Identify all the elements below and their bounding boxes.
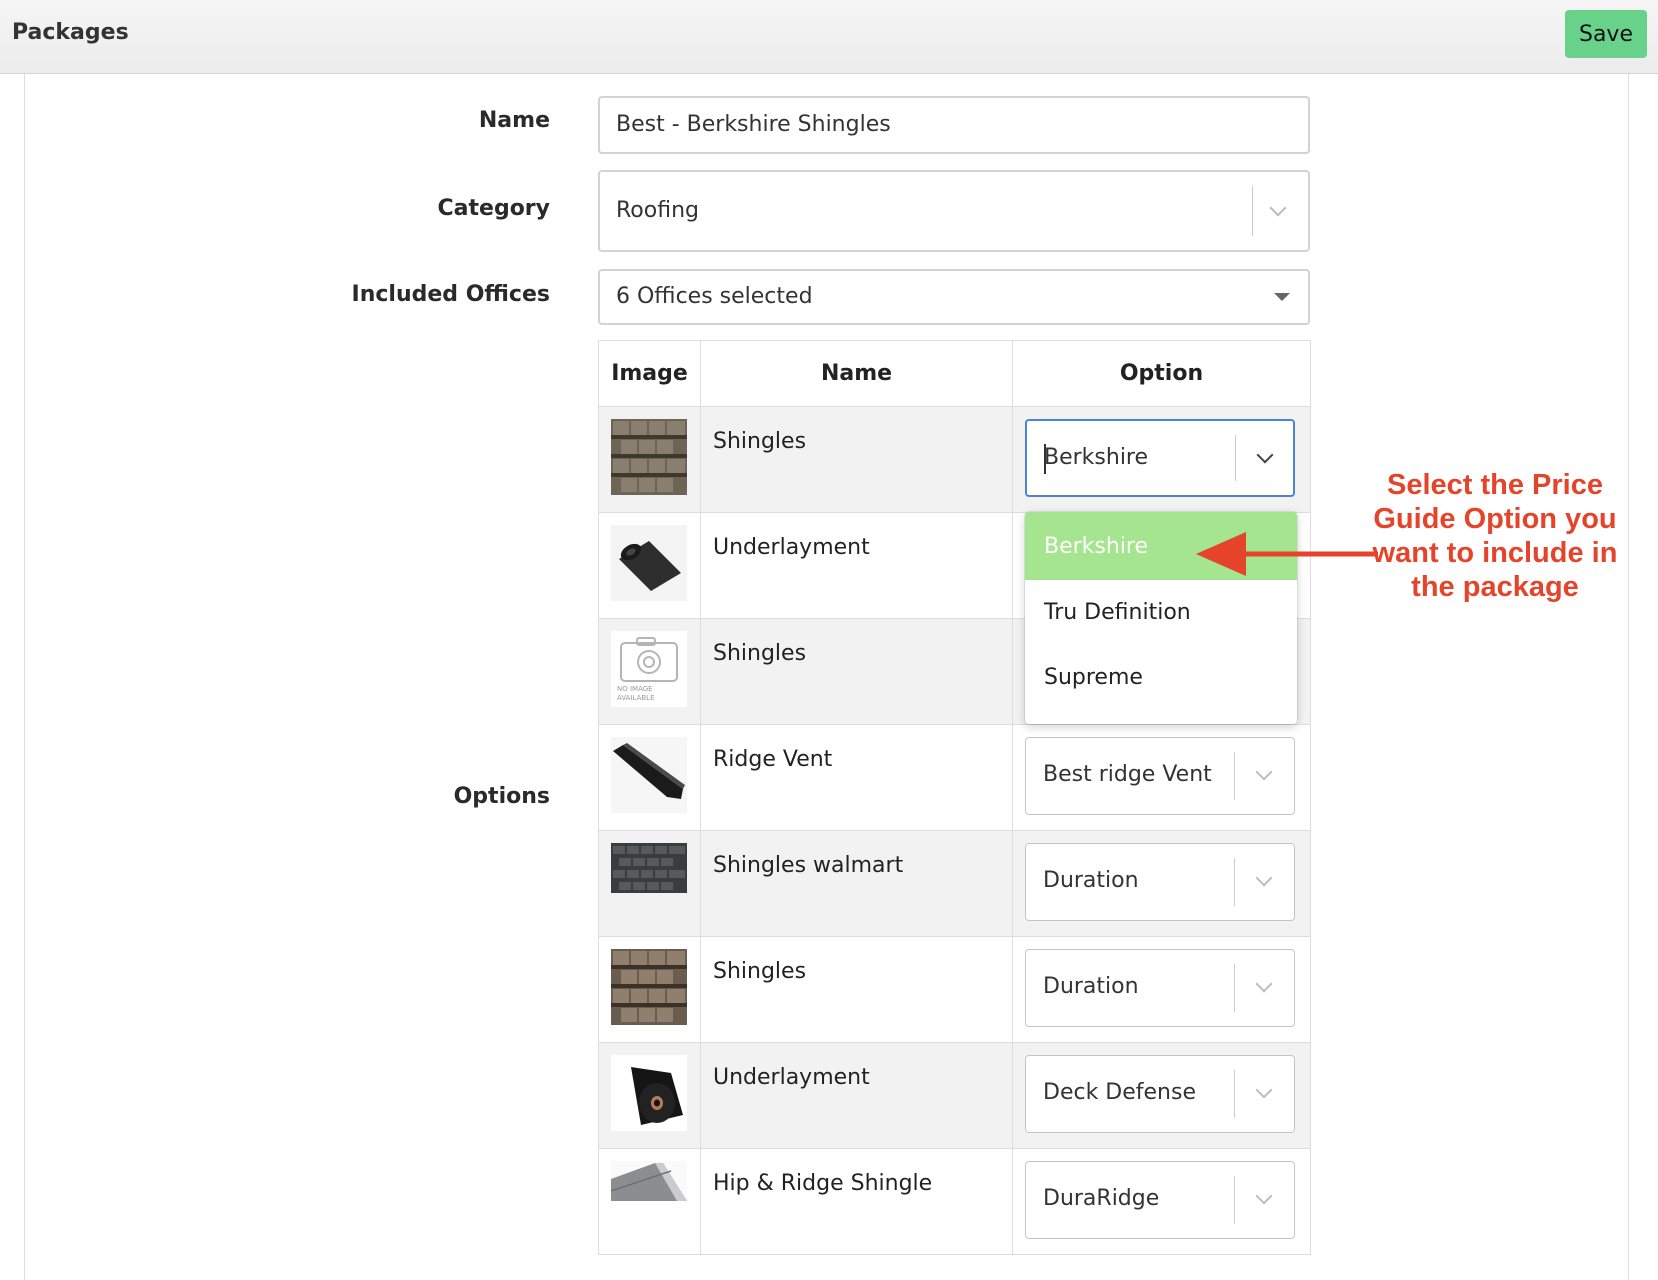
name-cell: Shingles walmart (700, 830, 1013, 937)
product-name: Shingles (713, 429, 807, 454)
name-cell: Ridge Vent (700, 724, 1013, 831)
product-name: Underlayment (713, 1065, 870, 1090)
included-offices-label: Included Offices (351, 282, 550, 307)
option-select[interactable]: Duration (1025, 949, 1295, 1027)
name-cell: Shingles (700, 618, 1013, 725)
name-cell: Underlayment (700, 512, 1013, 619)
option-cell: Duration (1012, 936, 1311, 1043)
option-cell: Best ridge Vent (1012, 724, 1311, 831)
table-row: Shingles Duration (598, 936, 1311, 1043)
save-button[interactable]: Save (1565, 10, 1647, 58)
option-select-separator (1234, 964, 1235, 1012)
option-cell: Duration (1012, 830, 1311, 937)
category-select-separator (1252, 186, 1253, 236)
page-title: Packages (12, 20, 129, 45)
product-name: Shingles walmart (713, 853, 904, 878)
option-select[interactable]: DuraRidge (1025, 1161, 1295, 1239)
option-select-separator (1234, 1070, 1235, 1118)
underlayment-roll-black-icon (611, 1055, 687, 1131)
option-select-separator (1234, 1176, 1235, 1224)
option-select-value: Deck Defense (1043, 1080, 1197, 1105)
ridge-vent-icon (611, 737, 687, 813)
category-select[interactable]: Roofing (598, 170, 1310, 252)
shingles-dark-icon (611, 843, 687, 893)
table-row: Shingles Berkshire (598, 406, 1311, 513)
image-cell (598, 406, 701, 513)
options-label: Options (453, 784, 550, 809)
image-cell (598, 512, 701, 619)
dropdown-option-supreme[interactable]: Supreme (1025, 645, 1297, 710)
included-offices-select[interactable]: 6 Offices selected (598, 269, 1310, 325)
annotation-text: Select the Price Guide Option you want t… (1372, 469, 1618, 603)
table-row: Hip & Ridge Shingle DuraRidge (598, 1148, 1311, 1255)
product-name: Shingles (713, 641, 807, 666)
column-header-image: Image (598, 340, 701, 407)
chevron-down-icon[interactable] (1255, 1081, 1273, 1099)
option-select[interactable]: Best ridge Vent (1025, 737, 1295, 815)
image-cell (598, 1148, 701, 1255)
option-select-value: Duration (1043, 868, 1139, 893)
chevron-down-icon[interactable] (1256, 446, 1274, 464)
image-cell (598, 724, 701, 831)
product-name: Hip & Ridge Shingle (713, 1171, 933, 1196)
included-offices-value: 6 Offices selected (616, 284, 813, 309)
chevron-down-icon[interactable] (1255, 763, 1273, 781)
column-header-name: Name (700, 340, 1013, 407)
table-row: Underlayment Deck Defense (598, 1042, 1311, 1149)
option-select[interactable]: Deck Defense (1025, 1055, 1295, 1133)
option-select-value: Berkshire (1044, 445, 1149, 470)
product-name: Shingles (713, 959, 807, 984)
image-cell: NO IMAGE AVAILABLE (598, 618, 701, 725)
image-cell (598, 936, 701, 1043)
name-cell: Hip & Ridge Shingle (700, 1148, 1013, 1255)
caret-down-icon[interactable] (1274, 293, 1290, 301)
chevron-down-icon[interactable] (1255, 975, 1273, 993)
name-cell: Shingles (700, 406, 1013, 513)
option-select[interactable]: Duration (1025, 843, 1295, 921)
option-select-separator (1235, 435, 1236, 481)
name-cell: Underlayment (700, 1042, 1013, 1149)
option-select-value: Best ridge Vent (1043, 762, 1212, 787)
hip-ridge-icon (611, 1161, 687, 1201)
options-table: Image Name Option Shingles Berkshire Und… (598, 340, 1311, 1255)
no-image-available-icon: NO IMAGE AVAILABLE (611, 631, 687, 707)
category-select-value: Roofing (616, 198, 699, 223)
chevron-down-icon[interactable] (1269, 199, 1287, 217)
name-cell: Shingles (700, 936, 1013, 1043)
option-select-separator (1234, 858, 1235, 906)
no-image-text: NO IMAGE AVAILABLE (617, 685, 655, 702)
shingles-brown-icon (611, 419, 687, 495)
table-header-row: Image Name Option (598, 340, 1311, 407)
option-select-separator (1234, 752, 1235, 800)
chevron-down-icon[interactable] (1255, 869, 1273, 887)
name-input-value: Best - Berkshire Shingles (616, 112, 891, 137)
name-label: Name (478, 108, 550, 133)
image-cell (598, 1042, 701, 1149)
underlayment-roll-icon (611, 525, 687, 601)
table-row: Ridge Vent Best ridge Vent (598, 724, 1311, 831)
option-select[interactable]: Berkshire (1025, 419, 1295, 497)
option-select-value: DuraRidge (1043, 1186, 1160, 1211)
product-name: Ridge Vent (713, 747, 833, 772)
option-cell: Deck Defense (1012, 1042, 1311, 1149)
annotation-arrow-icon (1196, 532, 1378, 576)
name-input[interactable]: Best - Berkshire Shingles (598, 96, 1310, 154)
option-cell: DuraRidge (1012, 1148, 1311, 1255)
option-select-value: Duration (1043, 974, 1139, 999)
option-cell: Berkshire (1012, 406, 1311, 513)
table-row: Shingles walmart Duration (598, 830, 1311, 937)
column-header-option: Option (1012, 340, 1311, 407)
shingles-brown-icon (611, 949, 687, 1025)
category-label: Category (437, 196, 550, 221)
top-bar: Packages Save (0, 0, 1658, 74)
image-cell (598, 830, 701, 937)
chevron-down-icon[interactable] (1255, 1187, 1273, 1205)
product-name: Underlayment (713, 535, 870, 560)
